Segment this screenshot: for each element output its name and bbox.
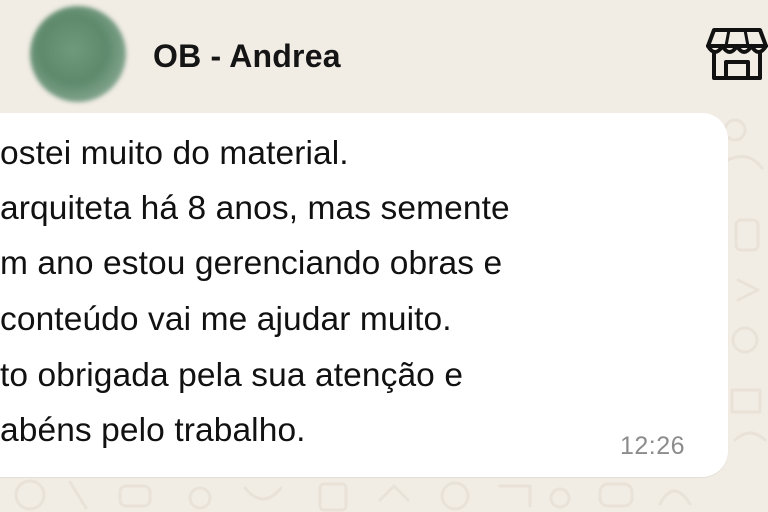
chat-header: OB - Andrea xyxy=(0,0,768,110)
contact-name[interactable]: OB - Andrea xyxy=(153,38,341,75)
message-line: arquiteta há 8 anos, mas semente xyxy=(0,190,510,227)
store-icon[interactable] xyxy=(706,26,768,82)
avatar[interactable] xyxy=(30,6,126,102)
message-timestamp: 12:26 xyxy=(620,432,686,460)
message-line: conteúdo vai me ajudar muito. xyxy=(0,301,452,338)
message-line: m ano estou gerenciando obras e xyxy=(0,245,503,282)
message-line: abéns pelo trabalho. xyxy=(0,412,306,449)
message-line: to obrigada pela sua atenção e xyxy=(0,357,464,394)
message-line: ostei muito do material. xyxy=(0,135,349,172)
